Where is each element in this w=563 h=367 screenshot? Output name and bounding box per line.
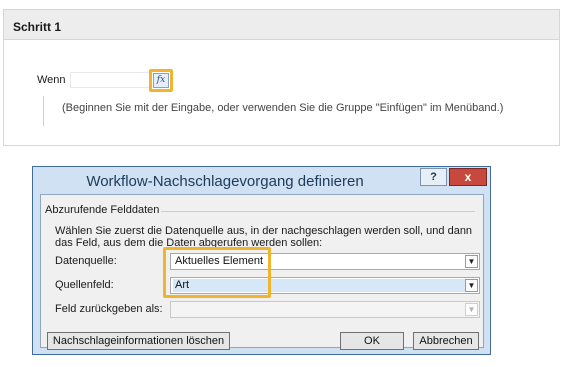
- condition-label: Wenn: [37, 74, 66, 86]
- return-label: Feld zurückgeben als:: [55, 303, 163, 315]
- step-title: Schritt 1: [4, 10, 559, 40]
- datasource-label: Datenquelle:: [55, 255, 117, 267]
- group-label: Abzurufende Felddaten: [45, 204, 160, 216]
- lookup-dialog: Workflow-Nachschlagevorgang definieren ?…: [32, 166, 491, 355]
- hint-text: (Beginnen Sie mit der Eingabe, oder verw…: [62, 102, 504, 114]
- condition-rule: [43, 96, 44, 126]
- close-button[interactable]: x: [449, 168, 487, 186]
- sourcefield-value: Art: [173, 279, 466, 292]
- dialog-title: Workflow-Nachschlagevorgang definieren: [86, 173, 364, 190]
- chevron-down-icon: ▼: [465, 303, 478, 316]
- datasource-select[interactable]: Aktuelles Element ▼: [170, 253, 480, 270]
- sourcefield-label: Quellenfeld:: [55, 279, 114, 291]
- return-value: [173, 303, 177, 316]
- ok-button[interactable]: OK: [340, 332, 404, 350]
- sourcefield-select[interactable]: Art ▼: [170, 277, 480, 294]
- help-button[interactable]: ?: [420, 168, 447, 186]
- cancel-button[interactable]: Abbrechen: [413, 332, 479, 350]
- chevron-down-icon[interactable]: ▼: [465, 279, 478, 292]
- return-select[interactable]: ▼: [170, 301, 480, 318]
- group-divider: [161, 211, 475, 212]
- fx-function-button[interactable]: fx: [153, 73, 169, 88]
- clear-lookup-button[interactable]: Nachschlageinformationen löschen: [47, 332, 230, 350]
- step-panel: Schritt 1 Wenn fx (Beginnen Sie mit der …: [3, 9, 560, 146]
- chevron-down-icon[interactable]: ▼: [465, 255, 478, 268]
- datasource-value: Aktuelles Element: [175, 255, 264, 267]
- condition-input[interactable]: [70, 72, 150, 88]
- dialog-body: Abzurufende Felddaten Wählen Sie zuerst …: [40, 194, 484, 350]
- instruction-text: Wählen Sie zuerst die Datenquelle aus, i…: [55, 225, 473, 249]
